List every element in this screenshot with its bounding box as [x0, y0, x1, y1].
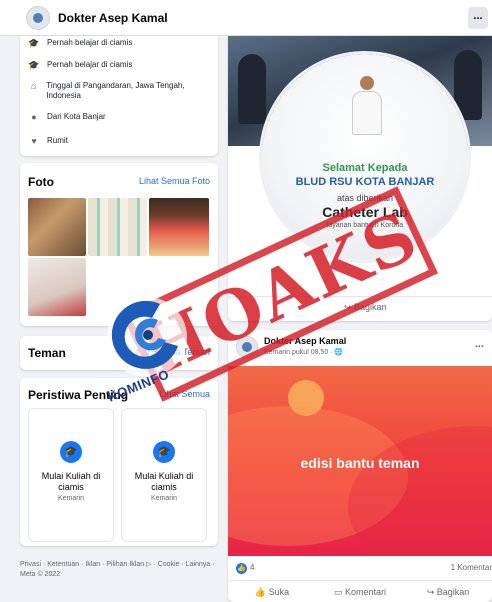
intro-item-text: Pernah belajar di ciamis — [47, 38, 133, 47]
post-stats: 👍 4 1 Komentar — [228, 560, 492, 578]
photo-thumbnail[interactable] — [88, 198, 147, 256]
poster-line: BLUD RSU KOTA BANJAR — [295, 176, 435, 188]
reaction-count[interactable]: 4 — [250, 563, 254, 572]
page-header: Dokter Asep Kamal ... — [0, 0, 492, 36]
intro-item-text: Pernah belajar di ciamis — [47, 60, 133, 69]
page-title[interactable]: Dokter Asep Kamal — [58, 11, 168, 25]
photo-thumbnail[interactable] — [28, 258, 86, 316]
post-timestamp[interactable]: Kemarin pukul 08.50 · 🌐 — [264, 348, 343, 356]
person-silhouette — [238, 54, 266, 124]
life-event-time: Kemarin — [57, 495, 85, 502]
intro-item: ♥ Rumit — [20, 136, 218, 146]
intro-card: 🎓 Pernah belajar di ciamis 🎓 Pernah bela… — [20, 36, 218, 156]
graduation-cap-icon: 🎓 — [153, 441, 175, 463]
intro-item-text: Dari Kota Banjar — [47, 112, 106, 121]
kominfo-logo-icon — [107, 297, 187, 377]
like-reaction-icon[interactable]: 👍 — [236, 563, 247, 574]
photos-title: Foto — [28, 175, 54, 189]
image-caption: edisi bantu teman — [300, 455, 420, 471]
page-avatar[interactable] — [26, 5, 50, 30]
friends-title: Teman — [28, 346, 66, 360]
see-all-photos-link[interactable]: Lihat Semua Foto — [139, 176, 210, 186]
life-events-card: Peristiwa Penting Lihat Semua 🎓 Mulai Ku… — [20, 378, 218, 546]
more-options-button[interactable]: ... — [468, 7, 488, 29]
graduation-cap-icon: 🎓 — [28, 38, 40, 48]
heart-icon: ♥ — [31, 136, 37, 146]
life-event-text: Mulai Kuliah di ciamis — [41, 471, 101, 492]
life-event-item[interactable]: 🎓 Mulai Kuliah di ciamis Kemarin — [28, 408, 114, 542]
intro-item-text: Rumit — [47, 136, 68, 145]
graduation-cap-icon: 🎓 — [60, 441, 82, 463]
post-card: Dokter Asep Kamal Kemarin pukul 08.50 · … — [228, 330, 492, 602]
person-silhouette — [454, 50, 482, 120]
life-event-item[interactable]: 🎓 Mulai Kuliah di ciamis Kemarin — [121, 408, 207, 542]
photo-thumbnail[interactable] — [28, 198, 86, 256]
doctor-figure — [352, 76, 382, 136]
intro-item: 🎓 Pernah belajar di ciamis — [20, 38, 218, 49]
intro-item: ⌂ Tinggal di Pangandaran, Jawa Tengah, I… — [20, 81, 218, 101]
like-button[interactable]: 👍 Suka — [228, 581, 316, 602]
comment-count[interactable]: 1 Komentar — [451, 563, 492, 572]
share-icon: ↪ — [426, 587, 437, 597]
intro-item: ● Dari Kota Banjar — [20, 112, 218, 122]
thumbs-up-icon: 👍 — [254, 587, 269, 597]
life-event-text: Mulai Kuliah di ciamis — [134, 471, 194, 492]
share-button[interactable]: ↪ Bagikan — [404, 581, 492, 602]
photo-thumbnail[interactable] — [149, 198, 209, 256]
intro-item-text: Tinggal di Pangandaran, Jawa Tengah, Ind… — [46, 81, 185, 100]
footer-links[interactable]: Privasi · Ketentuan · Iklan · Pilihan Ik… — [20, 560, 220, 580]
post-image[interactable]: edisi bantu teman — [228, 366, 492, 556]
location-pin-icon: ● — [31, 112, 37, 122]
poster-line: Selamat Kepada — [322, 162, 408, 174]
life-event-time: Kemarin — [150, 495, 178, 502]
intro-item: 🎓 Pernah belajar di ciamis — [20, 60, 218, 71]
post-more-button[interactable]: ... — [475, 338, 484, 350]
comment-icon: ▭ — [333, 587, 345, 597]
post-actions: 👍 Suka ▭ Komentari ↪ Bagikan — [228, 580, 492, 602]
graduation-cap-icon: 🎓 — [28, 60, 40, 70]
home-icon: ⌂ — [30, 81, 37, 91]
comment-button[interactable]: ▭ Komentari — [316, 581, 404, 602]
